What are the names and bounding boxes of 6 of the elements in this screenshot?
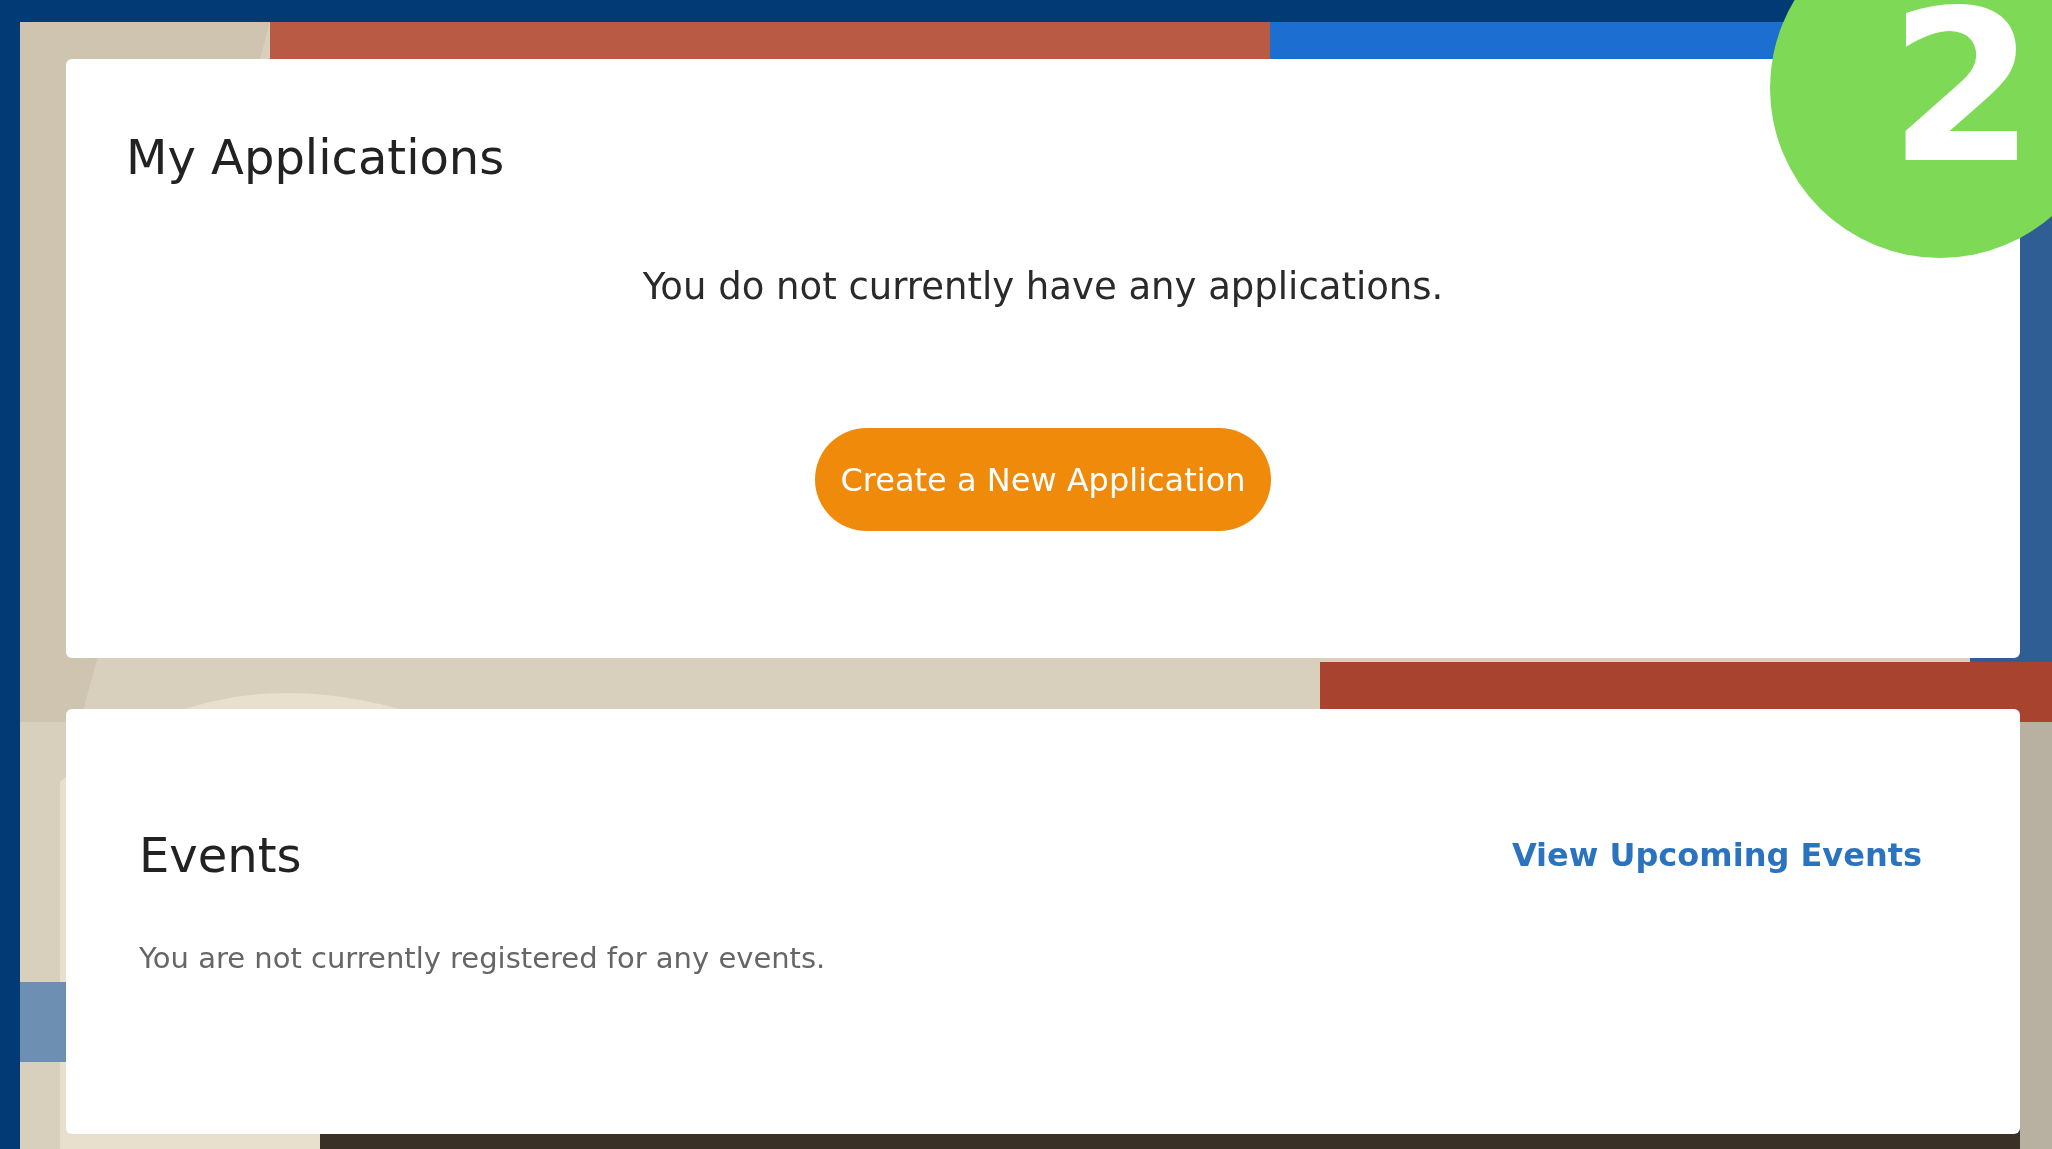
section-title: Events — [139, 827, 302, 883]
create-application-button[interactable]: Create a New Application — [815, 428, 1271, 531]
empty-message: You do not currently have any applications. — [642, 265, 1444, 308]
upcoming-events-link[interactable]: View Upcoming Events — [1511, 836, 1922, 874]
section-title: My Applications — [126, 129, 505, 185]
empty-message: You are not currently registered for any events. — [139, 941, 827, 975]
